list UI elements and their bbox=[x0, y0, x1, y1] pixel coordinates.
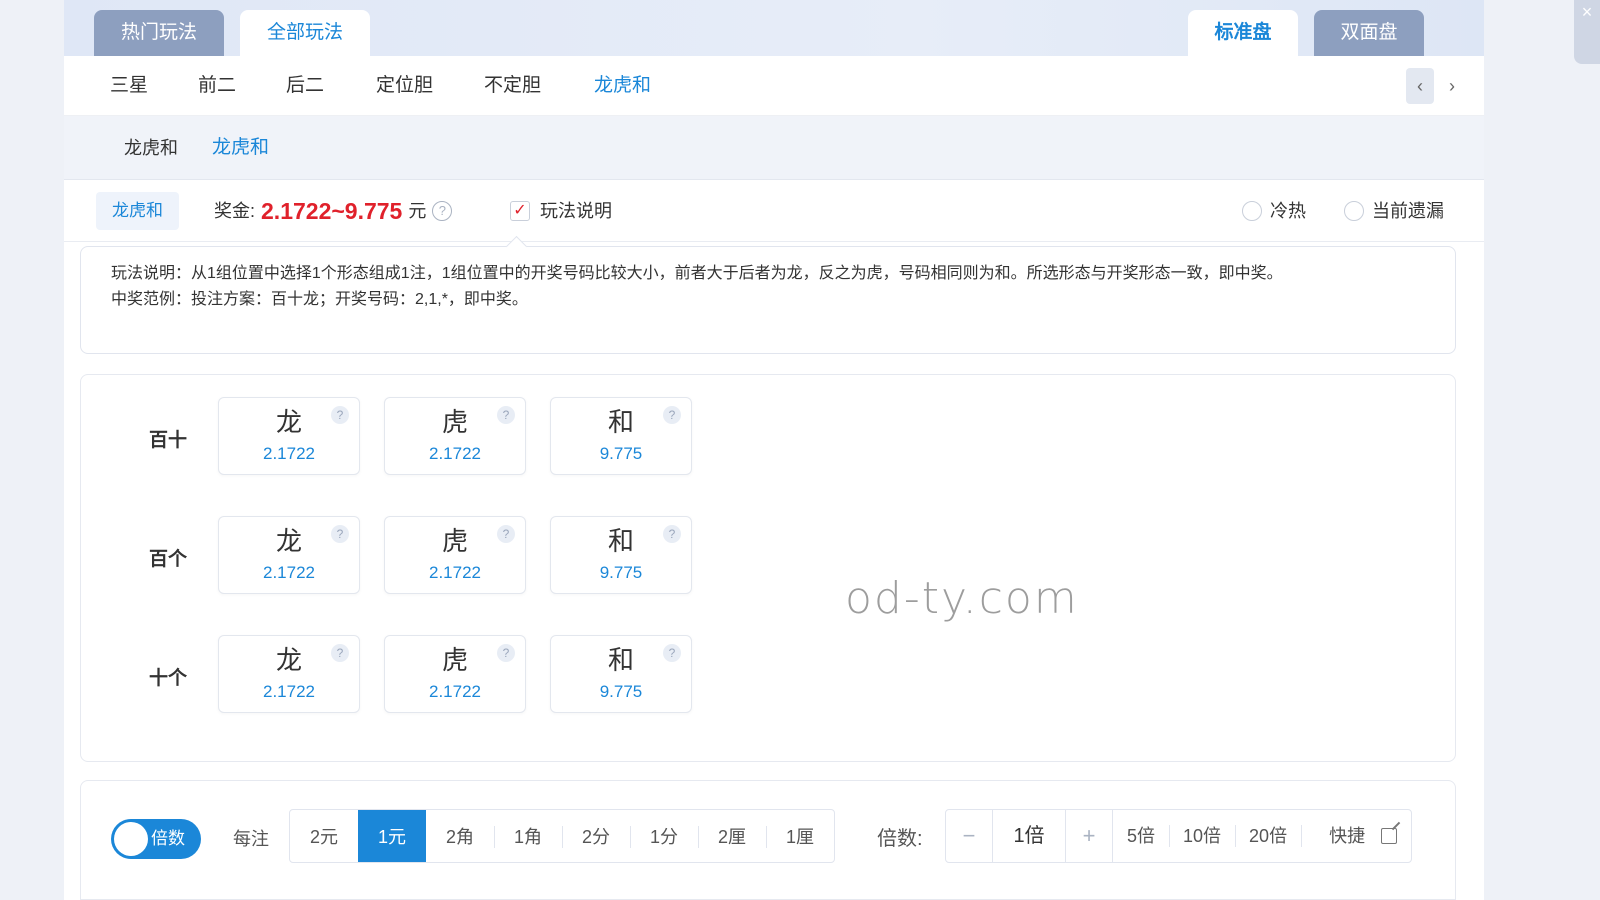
bonus-info: 奖金: 2.1722~9.775 元 ? bbox=[214, 180, 453, 242]
tab-hot-plays[interactable]: 热门玩法 bbox=[94, 10, 224, 56]
preset-button[interactable]: 10倍 bbox=[1169, 810, 1235, 862]
stats-radio-group: 冷热 当前遗漏 bbox=[1242, 180, 1444, 242]
bet-controls: 倍数 每注 2元 1元 2角 1角 2分 1分 2厘 1厘 倍数: − 1倍 +… bbox=[80, 780, 1456, 900]
help-icon[interactable]: ? bbox=[331, 525, 349, 543]
toggle-label: 倍数 bbox=[151, 829, 185, 848]
chevron-left-icon[interactable]: ‹ bbox=[1406, 68, 1434, 104]
unit-option[interactable]: 2分 bbox=[562, 810, 630, 862]
unit-option[interactable]: 1角 bbox=[494, 810, 562, 862]
option-odds: 9.775 bbox=[599, 444, 643, 463]
radio-circle-icon[interactable] bbox=[1242, 201, 1262, 221]
bonus-unit: 元 bbox=[408, 201, 427, 221]
category-item[interactable]: 不定胆 bbox=[484, 56, 541, 116]
help-icon[interactable]: ? bbox=[497, 525, 515, 543]
unit-option[interactable]: 1厘 bbox=[766, 810, 834, 862]
row-label: 十个 bbox=[149, 668, 188, 689]
quick-label: 快捷 bbox=[1329, 826, 1366, 846]
watermark: od-ty.com bbox=[845, 573, 1079, 624]
help-icon[interactable]: ? bbox=[331, 644, 349, 662]
per-bet-label: 每注 bbox=[233, 829, 269, 849]
top-tab-bar: 热门玩法 全部玩法 标准盘 双面盘 bbox=[64, 0, 1484, 56]
option-odds: 2.1722 bbox=[429, 444, 481, 463]
unit-option[interactable]: 1分 bbox=[630, 810, 698, 862]
toggle-knob bbox=[114, 822, 148, 856]
category-item[interactable]: 前二 bbox=[198, 56, 236, 116]
edit-icon bbox=[1381, 828, 1398, 844]
play-explanation: 玩法说明：从1组位置中选择1个形态组成1注，1组位置中的开奖号码比较大小，前者大… bbox=[80, 246, 1456, 354]
bet-option-tiger[interactable]: 虎 2.1722 ? bbox=[384, 397, 526, 475]
play-category-nav: 三星 前二 后二 定位胆 不定胆 龙虎和 ‹ › bbox=[64, 56, 1484, 116]
category-item[interactable]: 后二 bbox=[286, 56, 324, 116]
option-odds: 2.1722 bbox=[263, 682, 315, 701]
unit-option[interactable]: 2角 bbox=[426, 810, 494, 862]
multiplier-mode-toggle[interactable]: 倍数 bbox=[111, 819, 201, 859]
play-info-bar: 龙虎和 奖金: 2.1722~9.775 元 ? ✓ 玩法说明 冷热 当前遗漏 bbox=[64, 180, 1484, 242]
bet-option-dragon[interactable]: 龙 2.1722 ? bbox=[218, 635, 360, 713]
bet-option-dragon[interactable]: 龙 2.1722 ? bbox=[218, 397, 360, 475]
bonus-range: 2.1722~9.775 bbox=[261, 198, 403, 224]
minus-icon[interactable]: − bbox=[946, 810, 992, 862]
bet-option-dragon[interactable]: 龙 2.1722 ? bbox=[218, 516, 360, 594]
help-icon[interactable]: ? bbox=[663, 525, 681, 543]
multiplier-stepper: − 1倍 + 5倍 10倍 20倍 快捷 bbox=[945, 809, 1413, 863]
bet-option-tie[interactable]: 和 9.775 ? bbox=[550, 516, 692, 594]
unit-selector: 2元 1元 2角 1角 2分 1分 2厘 1厘 bbox=[289, 809, 835, 863]
explain-toggle-label: 玩法说明 bbox=[540, 201, 612, 221]
plus-icon[interactable]: + bbox=[1066, 810, 1112, 862]
option-odds: 2.1722 bbox=[429, 682, 481, 701]
explain-toggle[interactable]: ✓ 玩法说明 bbox=[510, 180, 612, 242]
multiplier-presets: 5倍 10倍 20倍 快捷 bbox=[1112, 810, 1411, 862]
radio-circle-icon[interactable] bbox=[1344, 201, 1364, 221]
help-icon[interactable]: ? bbox=[663, 406, 681, 424]
unit-option[interactable]: 2元 bbox=[290, 810, 358, 862]
bonus-label: 奖金: bbox=[214, 201, 256, 221]
radio-missing-label: 当前遗漏 bbox=[1372, 201, 1444, 221]
tab-double-board[interactable]: 双面盘 bbox=[1314, 10, 1424, 56]
multiplier-value[interactable]: 1倍 bbox=[992, 810, 1066, 862]
radio-hot-cold-label: 冷热 bbox=[1270, 201, 1306, 221]
help-icon[interactable]: ? bbox=[432, 201, 453, 221]
tab-all-plays[interactable]: 全部玩法 bbox=[240, 10, 370, 56]
explanation-example: 中奖范例：投注方案：百十龙；开奖号码：2,1,*，即中奖。 bbox=[111, 291, 528, 308]
chevron-right-icon[interactable]: › bbox=[1438, 68, 1466, 104]
quick-button[interactable]: 快捷 bbox=[1301, 810, 1411, 862]
row-label: 百十 bbox=[149, 430, 188, 451]
radio-current-missing[interactable]: 当前遗漏 bbox=[1344, 180, 1444, 242]
help-icon[interactable]: ? bbox=[497, 644, 515, 662]
unit-option-selected[interactable]: 1元 bbox=[358, 810, 426, 862]
option-odds: 9.775 bbox=[599, 563, 643, 582]
option-odds: 2.1722 bbox=[429, 563, 481, 582]
bet-selection-area: 百十 龙 2.1722 ? 虎 2.1722 ? 和 9.775 ? 百个 龙 … bbox=[80, 374, 1456, 762]
tab-standard-board[interactable]: 标准盘 bbox=[1188, 10, 1298, 56]
option-odds: 2.1722 bbox=[263, 444, 315, 463]
preset-button[interactable]: 5倍 bbox=[1113, 810, 1169, 862]
bet-option-tiger[interactable]: 虎 2.1722 ? bbox=[384, 516, 526, 594]
help-icon[interactable]: ? bbox=[663, 644, 681, 662]
row-label: 百个 bbox=[149, 549, 188, 570]
bet-option-tiger[interactable]: 虎 2.1722 ? bbox=[384, 635, 526, 713]
current-play-chip: 龙虎和 bbox=[96, 192, 179, 230]
category-item[interactable]: 三星 bbox=[110, 56, 148, 116]
category-scroll-arrows: ‹ › bbox=[1406, 68, 1466, 104]
category-item[interactable]: 定位胆 bbox=[376, 56, 433, 116]
bet-option-tie[interactable]: 和 9.775 ? bbox=[550, 397, 692, 475]
radio-hot-cold[interactable]: 冷热 bbox=[1242, 180, 1306, 242]
unit-option[interactable]: 2厘 bbox=[698, 810, 766, 862]
preset-button[interactable]: 20倍 bbox=[1235, 810, 1301, 862]
help-icon[interactable]: ? bbox=[331, 406, 349, 424]
category-item-active[interactable]: 龙虎和 bbox=[594, 56, 651, 116]
checkbox-checked-icon[interactable]: ✓ bbox=[510, 201, 530, 221]
multiplier-label: 倍数: bbox=[877, 828, 923, 850]
explanation-rule: 玩法说明：从1组位置中选择1个形态组成1注，1组位置中的开奖号码比较大小，前者大… bbox=[111, 265, 1283, 282]
bet-option-tie[interactable]: 和 9.775 ? bbox=[550, 635, 692, 713]
play-subtype-nav: 龙虎和 龙虎和 bbox=[64, 116, 1484, 180]
play-panel: 热门玩法 全部玩法 标准盘 双面盘 三星 前二 后二 定位胆 不定胆 龙虎和 ‹… bbox=[64, 0, 1484, 900]
help-icon[interactable]: ? bbox=[497, 406, 515, 424]
option-odds: 2.1722 bbox=[263, 563, 315, 582]
subtype-item-active[interactable]: 龙虎和 bbox=[212, 116, 269, 180]
side-close-icon[interactable]: × bbox=[1574, 0, 1600, 64]
subtype-label: 龙虎和 bbox=[124, 138, 178, 158]
option-odds: 9.775 bbox=[599, 682, 643, 701]
